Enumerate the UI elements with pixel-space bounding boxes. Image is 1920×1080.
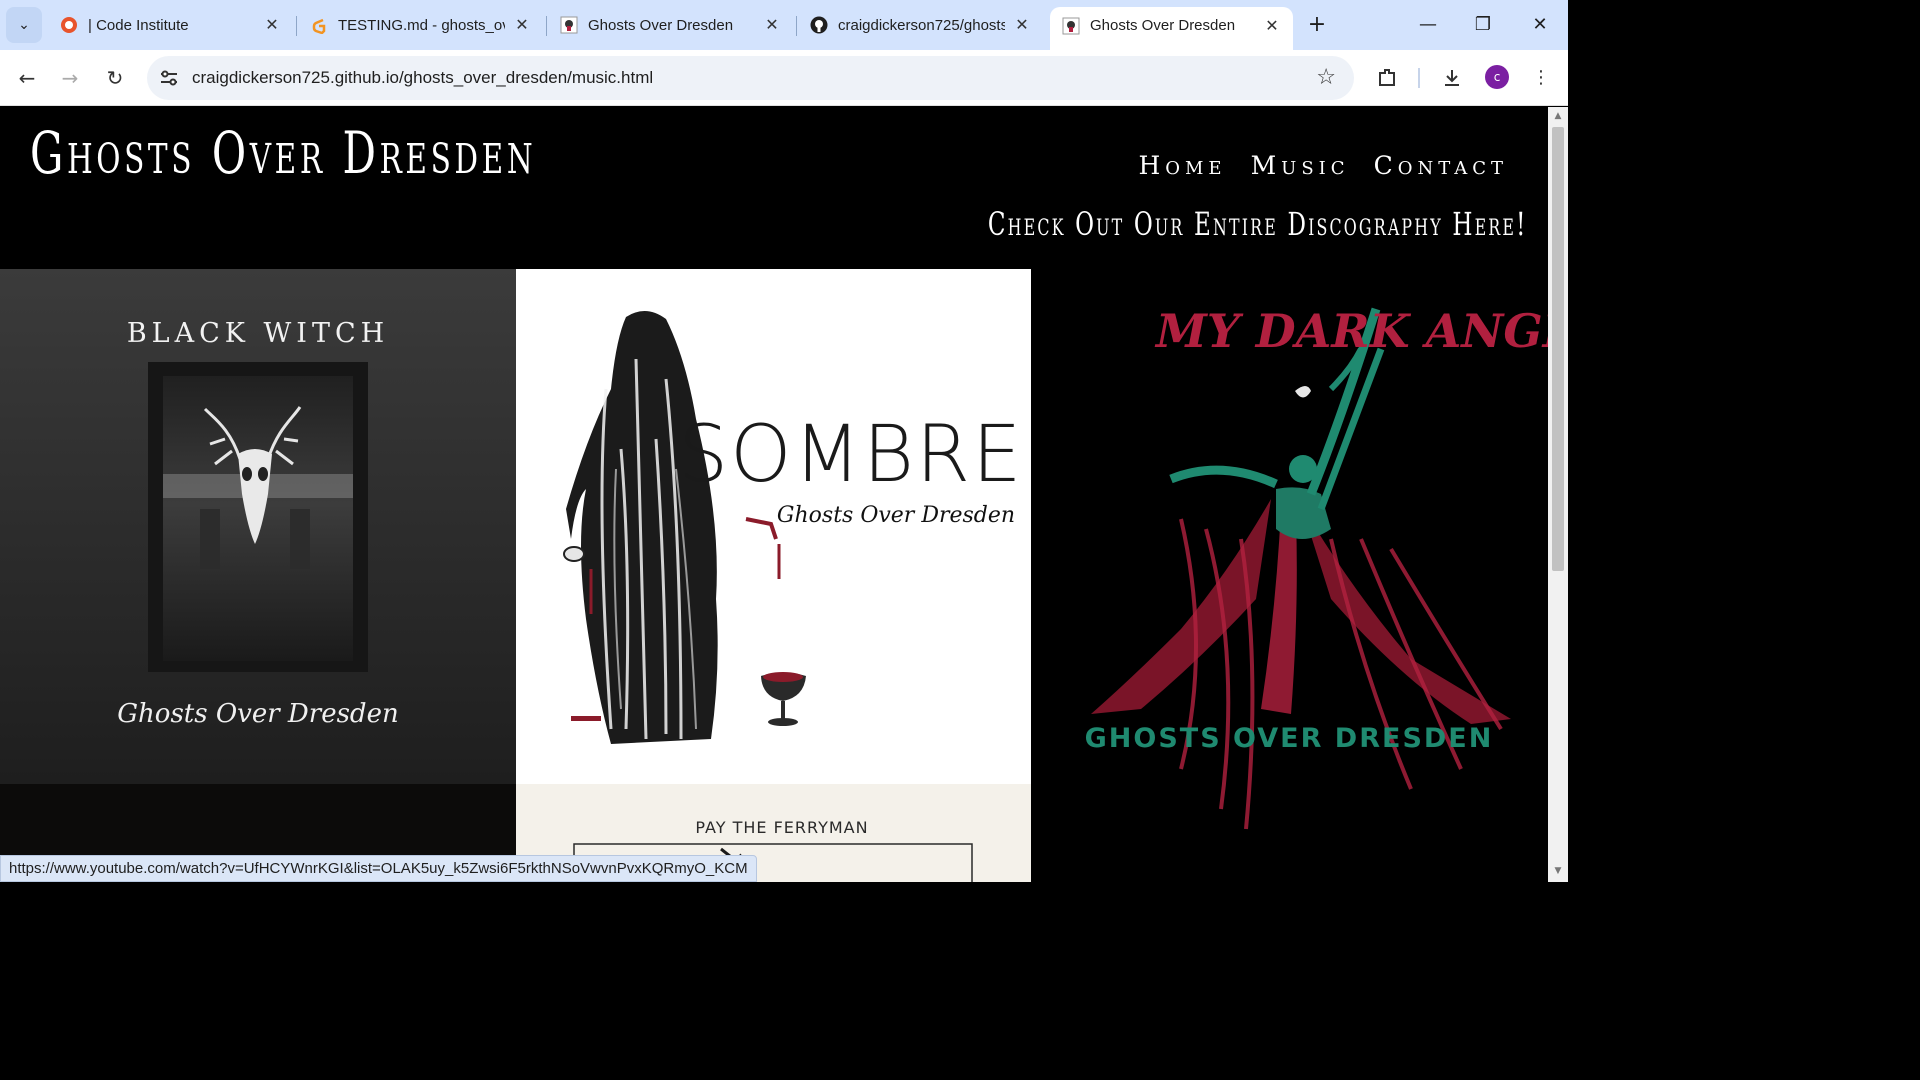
scroll-up-arrow-icon[interactable]: ▲: [1548, 111, 1568, 125]
browser-toolbar: ← → ↻ craigdickerson725.github.io/ghosts…: [0, 50, 1568, 106]
tab-title: Ghosts Over Dresden: [1090, 17, 1236, 34]
restore-button[interactable]: ❐: [1463, 10, 1503, 40]
close-icon[interactable]: ✕: [1263, 16, 1281, 36]
main-nav: Home Music Contact: [1138, 151, 1508, 180]
sombre-cover-art: SOMBRE Ghosts Over Dresden: [516, 269, 1031, 784]
tab-title: Ghosts Over Dresden: [588, 16, 734, 34]
nav-music[interactable]: Music: [1251, 151, 1350, 180]
bookmark-star-icon[interactable]: ☆: [1316, 65, 1336, 90]
nav-contact[interactable]: Contact: [1374, 151, 1508, 180]
album-black-witch[interactable]: BLACK WITCH Ghosts Over Dresden: [0, 269, 516, 784]
close-icon[interactable]: ✕: [263, 15, 281, 35]
album-title: BLACK WITCH: [127, 318, 389, 349]
black-witch-cover-art: BLACK WITCH Ghosts Over Dresden: [0, 269, 516, 784]
profile-avatar[interactable]: c: [1485, 65, 1509, 89]
tab-divider: [296, 16, 297, 36]
album-sombre[interactable]: SOMBRE Ghosts Over Dresden: [516, 269, 1031, 784]
tab-divider: [796, 16, 797, 36]
tab-title: craigdickerson725/ghosts_over_dresden: [838, 16, 1005, 34]
back-arrow-icon[interactable]: ←: [12, 63, 42, 93]
code-institute-icon: [60, 16, 78, 34]
scrollbar-thumb[interactable]: [1552, 127, 1564, 571]
tab-ghosts-over-dresden[interactable]: Ghosts Over Dresden ✕: [548, 7, 793, 43]
my-dark-angel-cover-art: MY DARK ANGEL GHOSTS OVER DRESDEN: [1031, 269, 1548, 882]
tab-title: TESTING.md - ghosts_over_dresden: [338, 16, 505, 34]
tab-testing-md[interactable]: TESTING.md - ghosts_over_dresden ✕: [298, 7, 543, 43]
tab-title: | Code Institute: [88, 16, 189, 34]
download-icon[interactable]: [1437, 63, 1467, 93]
site-brand[interactable]: Ghosts Over Dresden: [30, 119, 536, 187]
close-icon[interactable]: ✕: [763, 15, 781, 35]
site-icon: [1062, 17, 1080, 35]
tab-divider: [546, 16, 547, 36]
scroll-down-arrow-icon[interactable]: ▼: [1548, 866, 1568, 880]
extensions-icon[interactable]: [1372, 63, 1402, 93]
nav-home[interactable]: Home: [1138, 151, 1226, 180]
site-info-icon[interactable]: [159, 68, 179, 88]
status-bar-url: https://www.youtube.com/watch?v=UfHCYWnr…: [0, 855, 757, 882]
album-artist: GHOSTS OVER DRESDEN: [1085, 723, 1494, 754]
menu-kebab-icon[interactable]: ⋮: [1526, 63, 1556, 93]
close-window-button[interactable]: ✕: [1520, 10, 1560, 40]
tab-search-button[interactable]: ⌄: [6, 7, 42, 43]
minimize-button[interactable]: —: [1408, 10, 1448, 40]
new-tab-button[interactable]: +: [1303, 12, 1331, 40]
album-title: MY DARK ANGEL: [1154, 304, 1548, 358]
tab-github-repo[interactable]: craigdickerson725/ghosts_over_dresden ✕: [798, 7, 1043, 43]
album-title: PAY THE FERRYMAN: [695, 818, 868, 837]
album-title: SOMBRE: [679, 410, 1024, 500]
browser-tab-bar: ⌄ | Code Institute ✕ TESTING.md - ghosts…: [0, 0, 1568, 50]
album-artist: Ghosts Over Dresden: [777, 503, 1015, 528]
close-icon[interactable]: ✕: [513, 15, 531, 35]
album-my-dark-angel[interactable]: MY DARK ANGEL GHOSTS OVER DRESDEN: [1031, 269, 1548, 882]
chevron-down-icon: ⌄: [18, 17, 30, 33]
reload-icon[interactable]: ↻: [100, 63, 130, 93]
gitpod-icon: [310, 16, 328, 34]
close-icon[interactable]: ✕: [1013, 15, 1031, 35]
url-text[interactable]: craigdickerson725.github.io/ghosts_over_…: [192, 68, 653, 88]
address-bar[interactable]: craigdickerson725.github.io/ghosts_over_…: [147, 56, 1354, 100]
discography-link[interactable]: Check Out Our Entire Discography Here!: [988, 205, 1528, 243]
toolbar-divider: [1418, 68, 1420, 88]
tab-ghosts-over-dresden-active[interactable]: Ghosts Over Dresden ✕: [1050, 7, 1293, 50]
tab-code-institute[interactable]: | Code Institute ✕: [48, 7, 293, 43]
page-viewport: Ghosts Over Dresden Home Music Contact C…: [0, 107, 1548, 882]
forward-arrow-icon[interactable]: →: [55, 63, 85, 93]
github-icon: [810, 16, 828, 34]
album-artist: Ghosts Over Dresden: [117, 699, 398, 729]
site-icon: [560, 16, 578, 34]
page-scrollbar[interactable]: ▲ ▼: [1548, 107, 1568, 882]
